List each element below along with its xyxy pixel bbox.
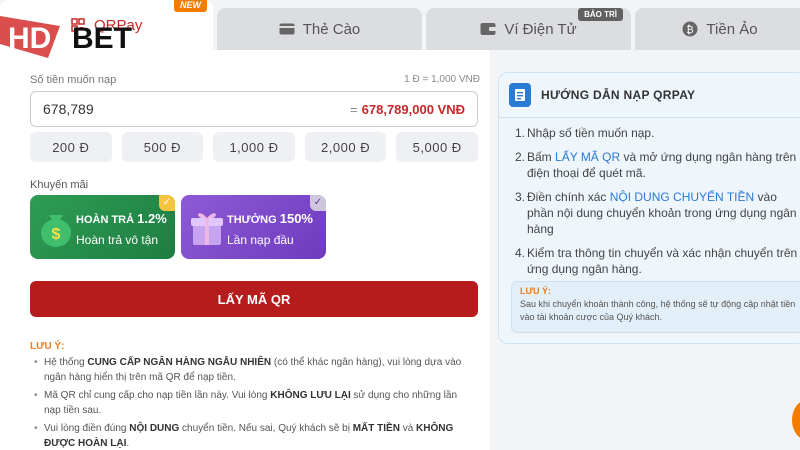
step-text: Nhập số tiền muốn nạp.	[527, 126, 655, 140]
exchange-rate: 1 Đ = 1,000 VNĐ	[404, 74, 480, 85]
svg-text:₿: ₿	[687, 24, 694, 36]
amount-total-value: 678,789,000 VNĐ	[361, 101, 465, 117]
step-highlight: LẤY MÃ QR	[555, 150, 621, 164]
note-bold: MẤT TIỀN	[352, 423, 400, 434]
step-text: Kiểm tra thông tin chuyển và xác nhận ch…	[527, 246, 798, 276]
notes-title: LƯU Ý:	[30, 341, 65, 352]
chat-support-button[interactable]	[792, 400, 800, 440]
note-bold: CUNG CẤP NGÂN HÀNG NGẪU NHIÊN	[87, 357, 272, 368]
new-badge: NEW	[174, 0, 207, 12]
quick-amount-200[interactable]: 200 Đ	[30, 132, 112, 162]
amount-input[interactable]: 678,789 = 678,789,000 VNĐ	[30, 91, 478, 127]
note-text: .	[126, 438, 130, 449]
promo-bonus-subtitle: Lần nạp đầu	[227, 233, 294, 247]
document-icon	[509, 83, 531, 107]
guide-step: 1. Nhập số tiền muốn nạp.	[515, 125, 800, 141]
note-text: Vui lòng điền đúng	[44, 423, 130, 434]
bitcoin-icon: ₿	[682, 21, 698, 37]
logo-hd-text: HD	[8, 22, 51, 55]
note-text: và	[399, 423, 417, 434]
promo-cashback-value: 1.2%	[137, 211, 167, 226]
maintenance-badge: BẢO TRÌ	[578, 8, 623, 21]
tab-ewallet[interactable]: Ví Điện Tử BẢO TRÌ	[426, 8, 631, 50]
guide-step: 2. Bấm LẤY MÃ QR và mở ứng dụng ngân hàng…	[515, 149, 800, 181]
tab-ewallet-label: Ví Điện Tử	[504, 20, 577, 38]
quick-amount-2000[interactable]: 2,000 Đ	[304, 132, 387, 162]
amount-total: = 678,789,000 VNĐ	[350, 102, 465, 117]
logo-bet-text: BET	[72, 22, 132, 55]
promo-cashback-name: HOÀN TRẢ	[76, 214, 135, 226]
checkmark-icon: ✓	[159, 195, 175, 211]
note-text: chuyển tiền. Nếu sai, Quý khách sẽ bị	[179, 423, 353, 434]
guide-header: HƯỚNG DẪN NẠP QRPAY	[509, 83, 695, 107]
step-number: 3.	[515, 190, 526, 204]
note-item: Vui lòng điền đúng NỘI DUNG chuyển tiền.…	[34, 421, 474, 450]
promo-bonus[interactable]: THƯỞNG 150% Lần nạp đầu ✓	[181, 195, 326, 259]
step-number: 1.	[515, 126, 526, 140]
guide-note-text: Sau khi chuyển khoản thành công, hệ thốn…	[520, 299, 796, 322]
promotions-label: Khuyến mãi	[30, 179, 89, 191]
amount-value: 678,789	[43, 101, 94, 117]
promo-cashback[interactable]: $ HOÀN TRẢ 1.2% Hoàn trả vô tận ✓	[30, 195, 175, 259]
step-number: 4.	[515, 246, 526, 260]
money-bag-icon: $	[36, 205, 76, 249]
deposit-form: Số tiền muốn nạp 1 Đ = 1,000 VNĐ 678,789…	[0, 50, 490, 450]
note-text: Hệ thống	[44, 357, 88, 368]
guide-step: 3. Điền chính xác NỘI DUNG CHUYỂN TIỀN và…	[515, 189, 800, 237]
get-qr-button[interactable]: LẤY MÃ QR	[30, 281, 478, 317]
step-text: Bấm	[527, 150, 556, 164]
step-highlight: NỘI DUNG CHUYỂN TIỀN	[609, 190, 755, 204]
guide-title: HƯỚNG DẪN NẠP QRPAY	[541, 88, 696, 102]
promo-bonus-title: THƯỞNG 150%	[227, 211, 313, 226]
note-item: Mã QR chỉ cung cấp cho nạp tiền lần này.…	[34, 388, 474, 418]
notes-list: Hệ thống CUNG CẤP NGÂN HÀNG NGẪU NHIÊN (…	[34, 355, 474, 450]
quick-amount-500[interactable]: 500 Đ	[121, 132, 204, 162]
promo-cashback-subtitle: Hoàn trả vô tận	[76, 233, 159, 247]
hdbet-logo: HD BET	[0, 14, 175, 62]
qrpay-deposit-page: QRPay NEW Thẻ Cào Ví Điện Tử BẢO TRÌ ₿ T…	[0, 0, 800, 450]
promo-bonus-name: THƯỞNG	[227, 214, 277, 226]
note-item: Hệ thống CUNG CẤP NGÂN HÀNG NGẪU NHIÊN (…	[34, 355, 474, 385]
step-number: 2.	[515, 150, 526, 164]
step-text: Điền chính xác	[527, 190, 610, 204]
tab-card-label: Thẻ Cào	[302, 20, 361, 38]
gift-icon	[187, 205, 227, 249]
guide-steps: 1. Nhập số tiền muốn nạp. 2. Bấm LẤY MÃ QR…	[515, 125, 800, 285]
tab-crypto-label: Tiền Ảo	[706, 20, 758, 38]
note-bold: KHÔNG LƯU LẠI	[270, 390, 351, 401]
divider	[499, 117, 800, 118]
note-text: Mã QR chỉ cung cấp cho nạp tiền lần này.…	[44, 390, 271, 401]
wallet-icon	[480, 21, 497, 37]
promo-cashback-title: HOÀN TRẢ 1.2%	[76, 211, 167, 226]
tab-crypto[interactable]: ₿ Tiền Ảo	[635, 8, 800, 50]
qrpay-guide: HƯỚNG DẪN NẠP QRPAY 1. Nhập số tiền muốn …	[498, 72, 800, 344]
equals-sign: =	[350, 101, 358, 117]
note-bold: NỘI DUNG	[129, 423, 180, 434]
tab-card[interactable]: Thẻ Cào	[217, 8, 422, 50]
amount-label: Số tiền muốn nạp	[30, 74, 117, 86]
svg-text:$: $	[52, 226, 61, 243]
card-icon	[279, 21, 295, 37]
checkmark-icon: ✓	[310, 195, 326, 211]
quick-amount-5000[interactable]: 5,000 Đ	[396, 132, 478, 162]
quick-amount-1000[interactable]: 1,000 Đ	[213, 132, 295, 162]
promo-bonus-value: 150%	[279, 211, 313, 226]
guide-note: LƯU Ý: Sau khi chuyển khoản thành công, …	[511, 281, 800, 333]
guide-note-title: LƯU Ý:	[520, 286, 551, 296]
guide-step: 4. Kiểm tra thông tin chuyển và xác nhận …	[515, 245, 800, 277]
quick-amounts: 200 Đ 500 Đ 1,000 Đ 2,000 Đ 5,000 Đ	[30, 132, 478, 162]
